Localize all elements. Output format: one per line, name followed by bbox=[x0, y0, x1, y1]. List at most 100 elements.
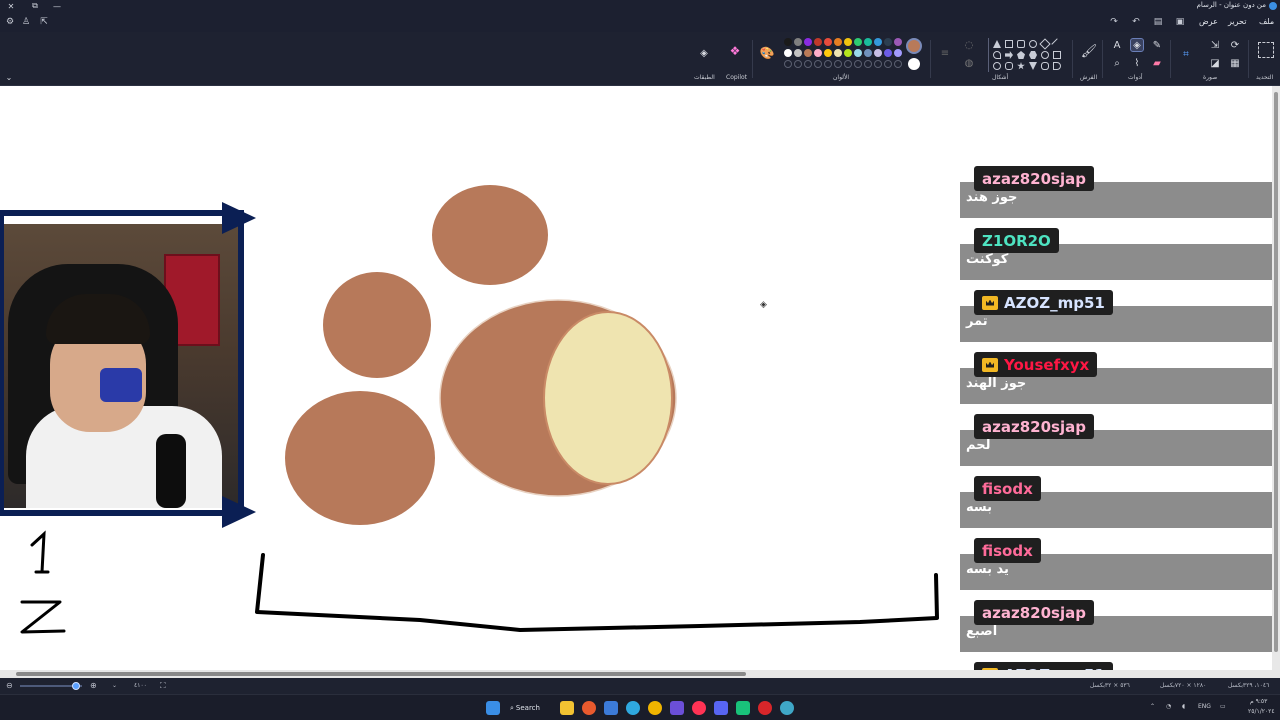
fill-tool-icon[interactable]: ◈ bbox=[1130, 38, 1144, 52]
taskbar-search[interactable]: ⌕ Search bbox=[510, 700, 550, 716]
chevron-down-icon[interactable]: ⌄ bbox=[2, 70, 16, 84]
remove-background-icon[interactable]: ◪ bbox=[1208, 56, 1222, 70]
triangle-shape-icon[interactable] bbox=[993, 40, 1001, 48]
color-picker-icon[interactable]: ⌇ bbox=[1130, 56, 1144, 70]
menu-file[interactable]: ملف bbox=[1259, 17, 1274, 26]
menu-edit[interactable]: تحرير bbox=[1228, 17, 1246, 26]
palette-swatch[interactable] bbox=[874, 38, 882, 46]
shape-fill-icon[interactable]: ◍ bbox=[962, 56, 976, 70]
palette-swatch[interactable] bbox=[844, 38, 852, 46]
redo-icon[interactable]: ↷ bbox=[1108, 16, 1120, 28]
image-creator-icon[interactable]: ▦ bbox=[1228, 56, 1242, 70]
line-width-icon[interactable]: ≡ bbox=[938, 46, 952, 60]
palette-swatch[interactable] bbox=[844, 49, 852, 57]
palette-swatch[interactable] bbox=[874, 49, 882, 57]
custom-color-slot[interactable] bbox=[824, 60, 832, 68]
save-icon[interactable]: ▣ bbox=[1174, 16, 1186, 28]
edit-colors-icon[interactable]: 🎨 bbox=[760, 46, 775, 60]
zoom-in-icon[interactable]: ⊕ bbox=[90, 681, 97, 690]
edge-icon[interactable] bbox=[626, 701, 640, 715]
vertical-scrollbar[interactable] bbox=[1272, 86, 1280, 670]
palette-swatch[interactable] bbox=[864, 49, 872, 57]
zoom-out-icon[interactable]: ⊖ bbox=[6, 681, 13, 690]
chrome-icon[interactable] bbox=[648, 701, 662, 715]
select-tool-icon[interactable] bbox=[1258, 42, 1274, 58]
line-shape-icon[interactable] bbox=[1051, 38, 1063, 50]
palette-swatch[interactable] bbox=[784, 49, 792, 57]
bolt-shape-icon[interactable] bbox=[1053, 62, 1061, 70]
obs-icon[interactable] bbox=[736, 701, 750, 715]
palette-swatch[interactable] bbox=[824, 49, 832, 57]
secondary-color-swatch[interactable] bbox=[908, 58, 920, 70]
hexagon-shape-icon[interactable] bbox=[1029, 51, 1037, 59]
fit-to-window-icon[interactable]: ⛶ bbox=[160, 681, 166, 691]
palette-swatch[interactable] bbox=[884, 38, 892, 46]
palette-swatch[interactable] bbox=[864, 38, 872, 46]
horizontal-scrollbar[interactable] bbox=[0, 670, 1280, 678]
clock-date[interactable]: ٢٥/١/٢٠٢٤ bbox=[1248, 708, 1275, 715]
heart-shape-icon[interactable] bbox=[993, 62, 1001, 70]
palette-swatch[interactable] bbox=[814, 38, 822, 46]
share-icon[interactable]: ⇱ bbox=[38, 16, 50, 28]
paint-taskbar-icon[interactable] bbox=[780, 701, 794, 715]
settings-icon[interactable]: ⚙ bbox=[4, 16, 16, 28]
brush-icon[interactable]: 🖌 bbox=[1080, 42, 1098, 60]
cloud-shape-icon[interactable] bbox=[1041, 62, 1049, 70]
oval-shape-icon[interactable] bbox=[1029, 40, 1037, 48]
tray-chevron-icon[interactable]: ⌃ bbox=[1150, 703, 1155, 710]
primary-color-swatch[interactable] bbox=[906, 38, 922, 54]
callout-shape-icon[interactable] bbox=[993, 51, 1001, 59]
menu-view[interactable]: عرض bbox=[1199, 17, 1218, 26]
maximize-button[interactable]: ⧉ bbox=[24, 0, 46, 12]
minimize-button[interactable]: — bbox=[46, 0, 68, 12]
palette-swatch[interactable] bbox=[784, 38, 792, 46]
battery-icon[interactable]: ▭ bbox=[1220, 703, 1226, 710]
custom-color-slot[interactable] bbox=[784, 60, 792, 68]
palette-swatch[interactable] bbox=[894, 38, 902, 46]
star-shape-icon[interactable] bbox=[1017, 62, 1025, 70]
opera-icon[interactable] bbox=[692, 701, 706, 715]
opera-gx-icon[interactable] bbox=[758, 701, 772, 715]
brave-icon[interactable] bbox=[582, 701, 596, 715]
crop-icon[interactable]: ⌗ bbox=[1178, 46, 1194, 62]
diamond-shape-icon[interactable] bbox=[1039, 38, 1051, 50]
account-icon[interactable]: ♙ bbox=[20, 16, 32, 28]
palette-swatch[interactable] bbox=[824, 38, 832, 46]
rectangle-shape-icon[interactable] bbox=[1005, 40, 1013, 48]
magnifier-icon[interactable]: ⌕ bbox=[1110, 56, 1124, 70]
discord-icon[interactable] bbox=[714, 701, 728, 715]
palette-swatch[interactable] bbox=[794, 49, 802, 57]
clock-time[interactable]: ٩:٥٣ م bbox=[1250, 698, 1267, 705]
custom-color-slot[interactable] bbox=[844, 60, 852, 68]
open-icon[interactable]: ▤ bbox=[1152, 16, 1164, 28]
layers-icon[interactable]: ◈ bbox=[697, 46, 711, 60]
close-button[interactable]: ✕ bbox=[0, 0, 22, 12]
custom-color-slot[interactable] bbox=[884, 60, 892, 68]
eraser-icon[interactable]: ▰ bbox=[1150, 56, 1164, 70]
color-palette[interactable] bbox=[784, 38, 902, 72]
shape-outline-icon[interactable]: ◌ bbox=[962, 38, 976, 52]
circle-shape-icon[interactable] bbox=[1041, 51, 1049, 59]
palette-swatch[interactable] bbox=[834, 49, 842, 57]
app-icon[interactable] bbox=[670, 701, 684, 715]
custom-color-slot[interactable] bbox=[804, 60, 812, 68]
copilot-icon[interactable]: ❖ bbox=[728, 44, 742, 58]
network-icon[interactable]: ◔ bbox=[1166, 703, 1171, 710]
rounded-rect-shape-icon[interactable] bbox=[1017, 40, 1025, 48]
palette-swatch[interactable] bbox=[894, 49, 902, 57]
volume-icon[interactable]: ◖ bbox=[1182, 703, 1185, 710]
pencil-icon[interactable]: ✎ bbox=[1150, 38, 1164, 52]
palette-swatch[interactable] bbox=[854, 49, 862, 57]
palette-swatch[interactable] bbox=[794, 38, 802, 46]
palette-swatch[interactable] bbox=[804, 49, 812, 57]
custom-color-slot[interactable] bbox=[864, 60, 872, 68]
palette-swatch[interactable] bbox=[834, 38, 842, 46]
custom-color-slot[interactable] bbox=[794, 60, 802, 68]
pentagon-shape-icon[interactable] bbox=[1017, 51, 1025, 59]
speech-shape-icon[interactable] bbox=[1005, 62, 1013, 70]
shapes-gallery[interactable] bbox=[988, 38, 1068, 72]
palette-swatch[interactable] bbox=[884, 49, 892, 57]
undo-icon[interactable]: ↶ bbox=[1130, 16, 1142, 28]
down-triangle-shape-icon[interactable] bbox=[1029, 62, 1037, 70]
file-explorer-icon[interactable] bbox=[560, 701, 574, 715]
